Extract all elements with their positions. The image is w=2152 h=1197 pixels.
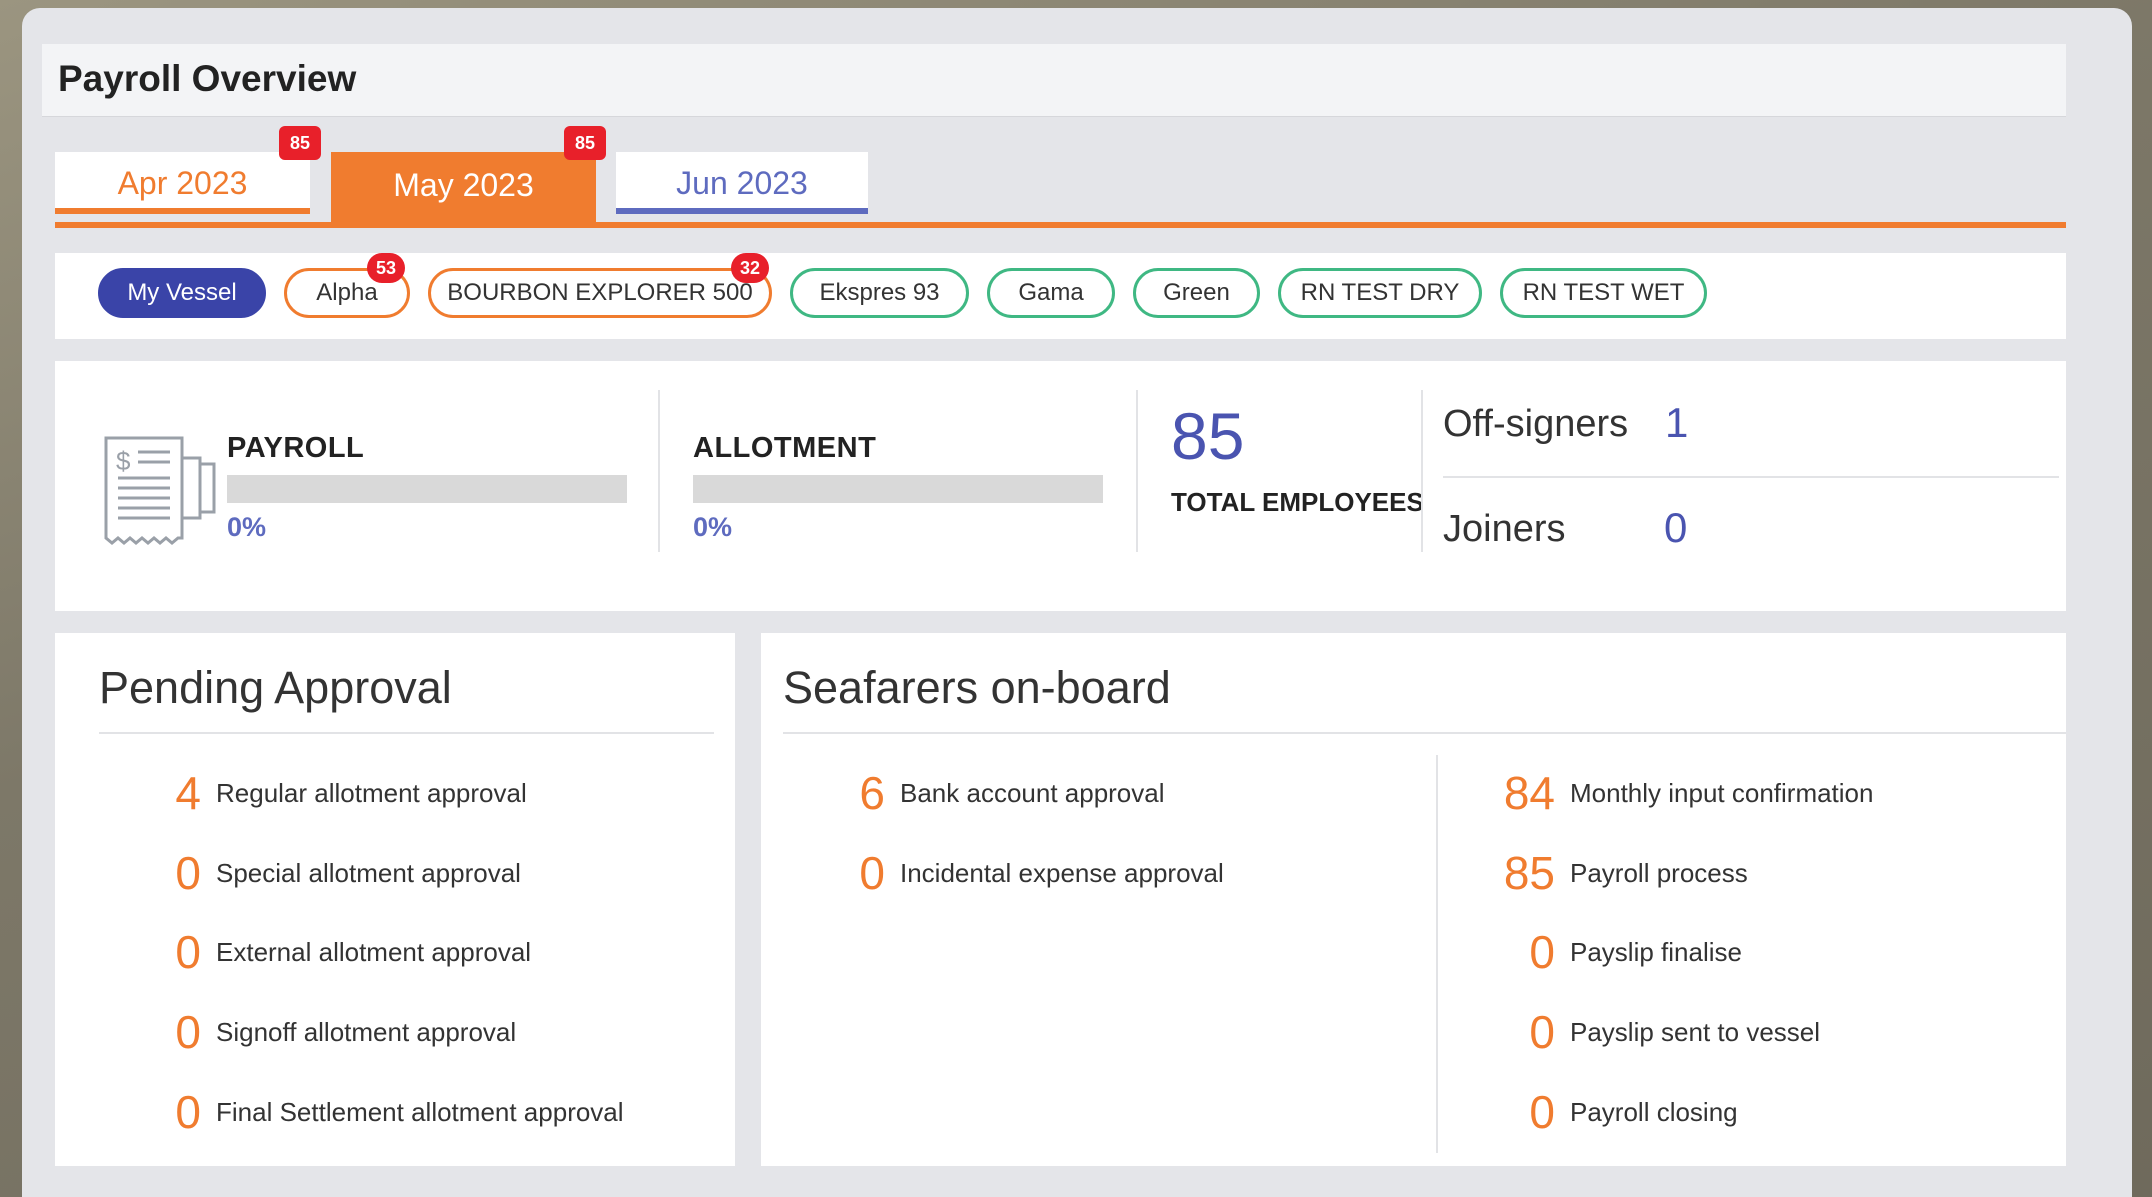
- tab-apr-2023[interactable]: Apr 2023: [55, 152, 310, 214]
- divider: [1436, 755, 1438, 1153]
- off-signers-value[interactable]: 1: [1665, 399, 1688, 447]
- payroll-progress-bar: [227, 475, 627, 503]
- pill-label: Ekspres 93: [819, 279, 940, 306]
- item-count: 0: [1529, 1006, 1555, 1058]
- seafarer-item-monthly-input[interactable]: 84 Monthly input confirmation: [1453, 766, 2053, 826]
- item-label: Final Settlement allotment approval: [216, 1097, 624, 1127]
- pending-item-regular-allotment[interactable]: 4 Regular allotment approval: [99, 766, 719, 826]
- pill-label: RN TEST DRY: [1300, 279, 1460, 306]
- pill-label: RN TEST WET: [1522, 279, 1685, 306]
- allotment-label: ALLOTMENT: [693, 432, 877, 464]
- tab-jun-2023[interactable]: Jun 2023: [616, 152, 868, 214]
- item-label: Payslip finalise: [1570, 937, 1742, 967]
- allotment-percent: 0%: [693, 512, 733, 542]
- seafarer-item-payroll-process[interactable]: 85 Payroll process: [1453, 846, 2053, 906]
- item-label: Bank account approval: [900, 778, 1165, 808]
- allotment-progress-bar: [693, 475, 1103, 503]
- pending-item-signoff-allotment[interactable]: 0 Signoff allotment approval: [99, 1005, 719, 1065]
- total-employees-value: 85: [1171, 399, 1245, 473]
- pending-item-final-settlement[interactable]: 0 Final Settlement allotment approval: [99, 1085, 719, 1145]
- item-count: 0: [175, 1086, 201, 1138]
- item-label: Payslip sent to vessel: [1570, 1017, 1821, 1047]
- item-label: External allotment approval: [216, 937, 532, 967]
- pill-label: Alpha: [316, 279, 378, 306]
- seafarer-item-incidental-expense[interactable]: 0 Incidental expense approval: [783, 846, 1403, 906]
- pill-label: Gama: [1018, 279, 1084, 306]
- divider: [783, 732, 2066, 734]
- pending-approval-title: Pending Approval: [99, 662, 452, 713]
- item-label: Special allotment approval: [216, 858, 521, 888]
- item-label: Regular allotment approval: [216, 778, 527, 808]
- pill-label: BOURBON EXPLORER 500: [447, 279, 753, 306]
- payroll-receipt-icon: $: [104, 436, 216, 545]
- title-bar: Payroll Overview: [42, 44, 2066, 117]
- tab-underline: [55, 222, 2066, 228]
- item-label: Monthly input confirmation: [1570, 778, 1874, 808]
- item-label: Incidental expense approval: [900, 858, 1224, 888]
- joiners-label: Joiners: [1443, 508, 1566, 550]
- vessel-pill-ekspres-93[interactable]: Ekspres 93: [790, 268, 969, 318]
- page-title: Payroll Overview: [58, 58, 357, 99]
- vessel-bourbon-badge: 32: [731, 253, 769, 283]
- pending-item-special-allotment[interactable]: 0 Special allotment approval: [99, 846, 719, 906]
- payroll-label: PAYROLL: [227, 432, 365, 464]
- seafarers-onboard-title: Seafarers on-board: [783, 662, 1171, 713]
- vessel-pill-bourbon-explorer-500[interactable]: BOURBON EXPLORER 500: [428, 268, 772, 318]
- tab-may-2023[interactable]: May 2023: [331, 152, 596, 222]
- tab-may-badge: 85: [564, 126, 606, 160]
- pill-label: Green: [1163, 279, 1230, 306]
- pending-item-external-allotment[interactable]: 0 External allotment approval: [99, 925, 719, 985]
- divider: [658, 390, 660, 552]
- item-count: 0: [175, 847, 201, 899]
- item-count: 6: [859, 767, 885, 819]
- divider: [1443, 476, 2059, 478]
- pill-label: My Vessel: [127, 279, 237, 306]
- total-employees-label: TOTAL EMPLOYEES: [1171, 487, 1424, 517]
- item-count: 0: [1529, 926, 1555, 978]
- svg-text:$: $: [116, 446, 131, 476]
- vessel-pill-rn-test-dry[interactable]: RN TEST DRY: [1278, 268, 1482, 318]
- item-count: 84: [1503, 767, 1555, 819]
- seafarer-item-payslip-sent[interactable]: 0 Payslip sent to vessel: [1453, 1005, 2053, 1065]
- vessel-pill-gama[interactable]: Gama: [987, 268, 1115, 318]
- seafarer-item-bank-account[interactable]: 6 Bank account approval: [783, 766, 1403, 826]
- seafarer-item-payslip-finalise[interactable]: 0 Payslip finalise: [1453, 925, 2053, 985]
- vessel-pill-my-vessel[interactable]: My Vessel: [98, 268, 266, 318]
- tab-label: Jun 2023: [676, 165, 808, 201]
- divider: [99, 732, 714, 734]
- vessel-pill-rn-test-wet[interactable]: RN TEST WET: [1500, 268, 1707, 318]
- item-count: 4: [175, 767, 201, 819]
- item-count: 85: [1503, 847, 1555, 899]
- divider: [1421, 390, 1423, 552]
- off-signers-label: Off-signers: [1443, 403, 1629, 445]
- joiners-value[interactable]: 0: [1664, 504, 1687, 552]
- payroll-percent: 0%: [227, 512, 267, 542]
- item-count: 0: [175, 926, 201, 978]
- item-count: 0: [175, 1006, 201, 1058]
- vessel-alpha-badge: 53: [367, 253, 405, 283]
- vessel-pill-green[interactable]: Green: [1133, 268, 1260, 318]
- tab-label: May 2023: [393, 167, 534, 203]
- item-label: Payroll closing: [1570, 1097, 1738, 1127]
- seafarer-item-payroll-closing[interactable]: 0 Payroll closing: [1453, 1085, 2053, 1145]
- item-label: Signoff allotment approval: [216, 1017, 517, 1047]
- item-label: Payroll process: [1570, 858, 1748, 888]
- tab-apr-badge: 85: [279, 126, 321, 160]
- item-count: 0: [1529, 1086, 1555, 1138]
- tab-label: Apr 2023: [117, 165, 248, 201]
- item-count: 0: [859, 847, 885, 899]
- divider: [1136, 390, 1138, 552]
